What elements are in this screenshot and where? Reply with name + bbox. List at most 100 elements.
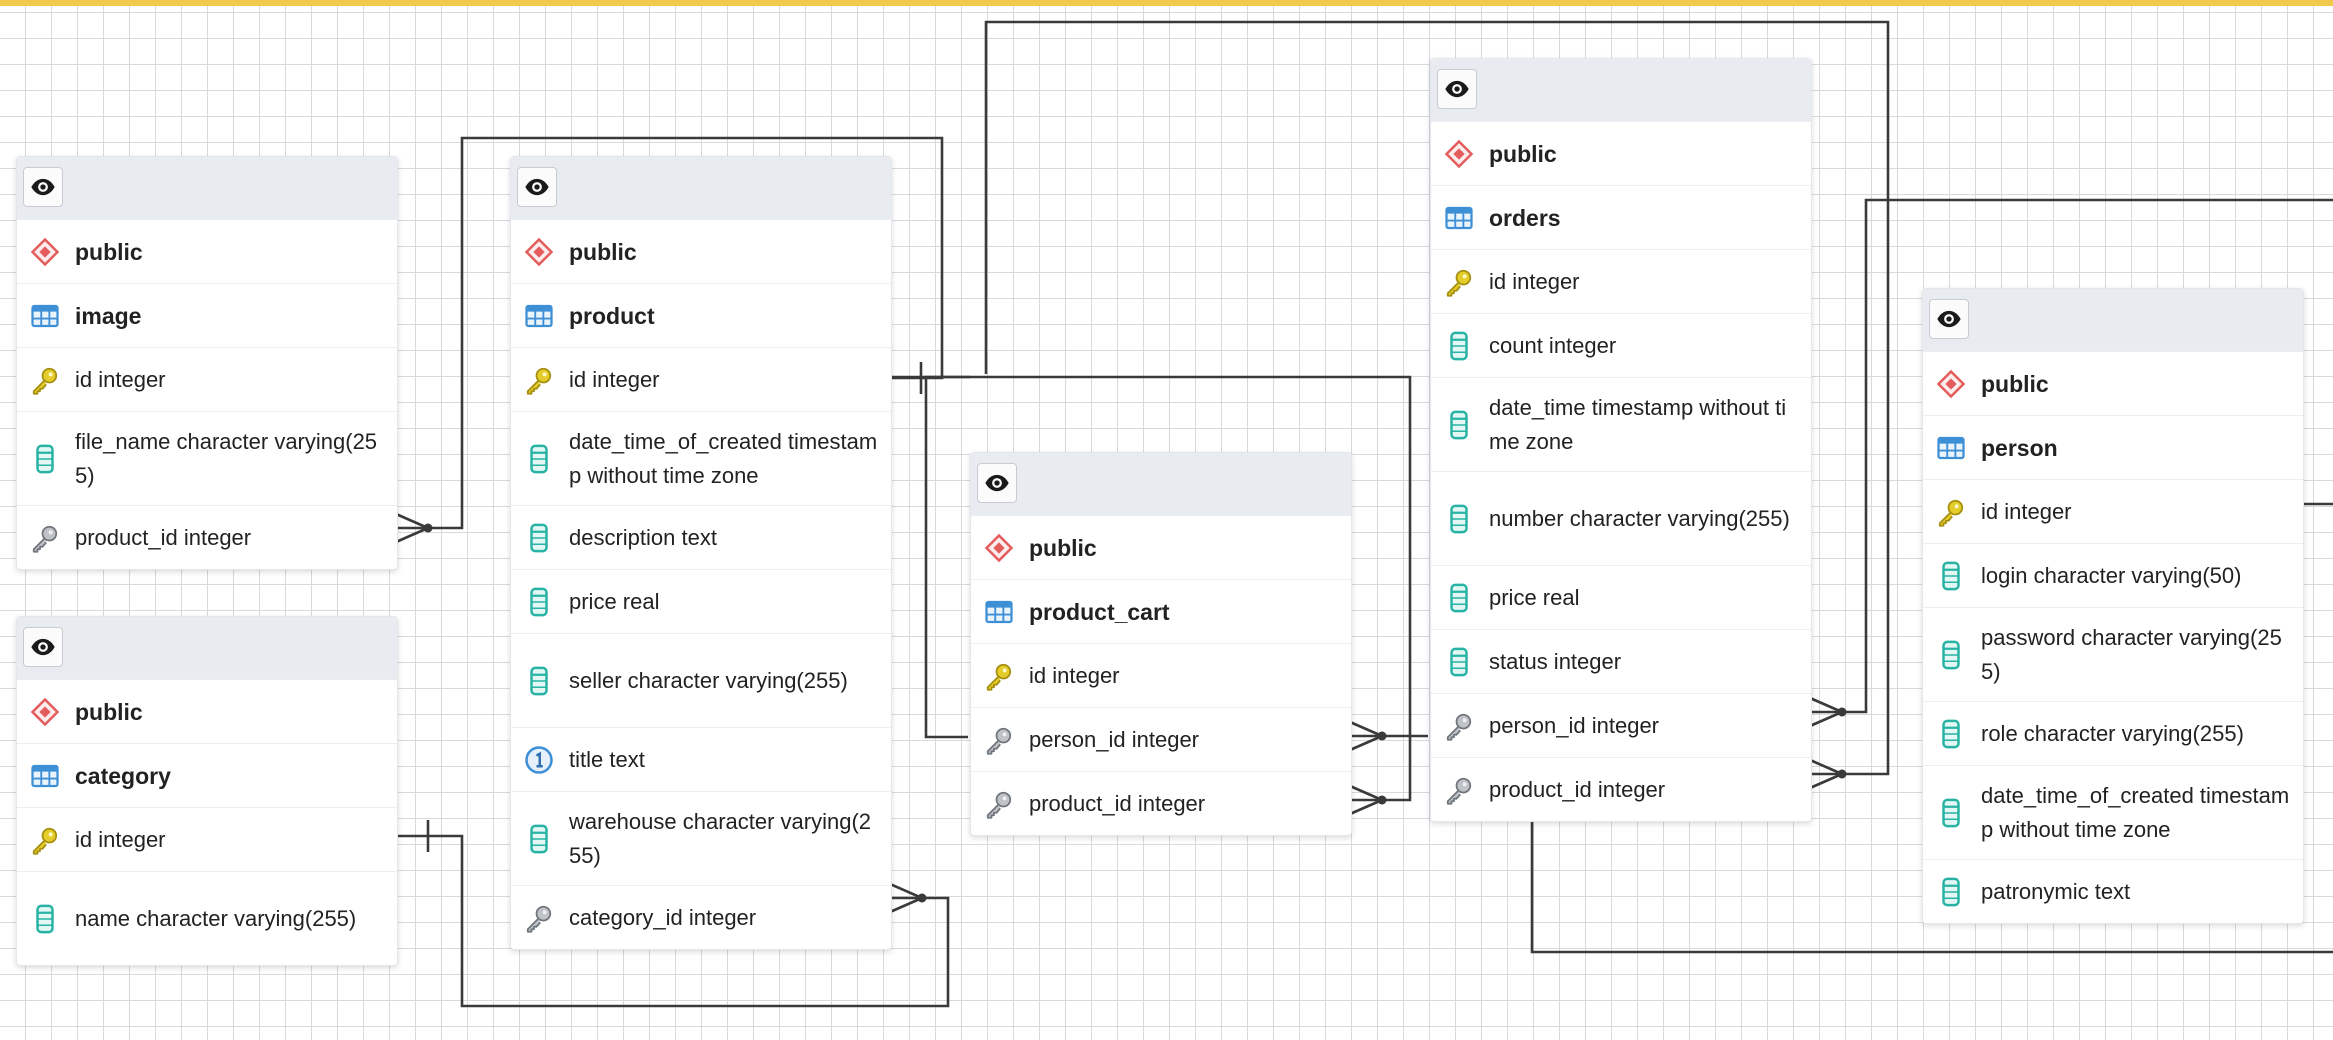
table-header: [1431, 59, 1811, 121]
column-icon: [29, 903, 61, 935]
column-row[interactable]: id integer: [1431, 249, 1811, 313]
column-row[interactable]: person_id integer: [1431, 693, 1811, 757]
column-row[interactable]: login character varying(50): [1923, 543, 2303, 607]
column-label: date_time_of_created timestamp without t…: [569, 428, 878, 488]
column-row[interactable]: id integer: [1923, 479, 2303, 543]
column-label: person_id integer: [1489, 712, 1660, 738]
column-row[interactable]: patronymic text: [1923, 859, 2303, 923]
column-row[interactable]: id integer: [17, 807, 397, 871]
column-row[interactable]: warehouse character varying(255): [511, 791, 891, 885]
column-label: seller character varying(255): [569, 667, 848, 693]
column-icon: [1443, 503, 1475, 535]
column-icon: [1935, 718, 1967, 750]
column-icon: [1935, 639, 1967, 671]
column-row[interactable]: date_time timestamp without time zone: [1431, 377, 1811, 471]
column-row[interactable]: price real: [1431, 565, 1811, 629]
table-product[interactable]: public product id integer date_time_of_c…: [510, 156, 892, 950]
table-icon: [983, 596, 1015, 628]
schema-icon: [523, 236, 555, 268]
schema-name: public: [1489, 140, 1557, 167]
table-icon: [29, 760, 61, 792]
schema-icon: [29, 236, 61, 268]
column-row[interactable]: file_name character varying(255): [17, 411, 397, 505]
column-label: patronymic text: [1981, 878, 2131, 904]
column-icon: [523, 522, 555, 554]
column-label: date_time_of_created timestamp without t…: [1981, 782, 2290, 842]
column-row[interactable]: product_id integer: [971, 771, 1351, 835]
schema-name: public: [569, 238, 637, 265]
table-name-row: product: [511, 283, 891, 347]
unique-icon: [523, 744, 555, 776]
table-person[interactable]: public person id integer login character…: [1922, 288, 2304, 924]
table-category[interactable]: public category id integer name characte…: [16, 616, 398, 966]
schema-icon: [1443, 138, 1475, 170]
key-icon: [29, 364, 61, 396]
column-row[interactable]: product_id integer: [17, 505, 397, 569]
key-icon: [523, 364, 555, 396]
column-row[interactable]: date_time_of_created timestamp without t…: [1923, 765, 2303, 859]
table-icon: [523, 300, 555, 332]
column-icon: [1443, 646, 1475, 678]
column-label: date_time timestamp without time zone: [1489, 394, 1787, 454]
column-label: role character varying(255): [1981, 720, 2244, 746]
column-row[interactable]: category_id integer: [511, 885, 891, 949]
column-label: id integer: [569, 366, 660, 392]
column-icon: [523, 823, 555, 855]
table-icon: [1935, 432, 1967, 464]
table-name-row: product_cart: [971, 579, 1351, 643]
column-row[interactable]: seller character varying(255): [511, 633, 891, 727]
column-row[interactable]: name character varying(255): [17, 871, 397, 965]
column-label: login character varying(50): [1981, 562, 2242, 588]
column-label: status integer: [1489, 648, 1622, 674]
column-label: title text: [569, 746, 645, 772]
column-row[interactable]: id integer: [17, 347, 397, 411]
column-icon: [1935, 797, 1967, 829]
eye-icon[interactable]: [1929, 299, 1969, 339]
key-icon: [1935, 496, 1967, 528]
column-label: name character varying(255): [75, 905, 357, 931]
column-icon: [523, 443, 555, 475]
column-label: product_id integer: [75, 524, 252, 550]
table-name: person: [1981, 434, 2058, 461]
table-name-row: person: [1923, 415, 2303, 479]
column-label: file_name character varying(255): [75, 428, 378, 488]
column-label: number character varying(255): [1489, 505, 1790, 531]
table-icon: [1443, 202, 1475, 234]
eye-icon[interactable]: [977, 463, 1017, 503]
column-row[interactable]: number character varying(255): [1431, 471, 1811, 565]
table-name: category: [75, 762, 171, 789]
column-row[interactable]: role character varying(255): [1923, 701, 2303, 765]
schema-icon: [983, 532, 1015, 564]
top-accent-bar: [0, 0, 2333, 6]
column-row[interactable]: description text: [511, 505, 891, 569]
table-name-row: category: [17, 743, 397, 807]
schema-row: public: [17, 219, 397, 283]
table-product-cart[interactable]: public product_cart id integer person_id…: [970, 452, 1352, 836]
column-row[interactable]: product_id integer: [1431, 757, 1811, 821]
column-row[interactable]: id integer: [971, 643, 1351, 707]
column-row[interactable]: price real: [511, 569, 891, 633]
eye-icon[interactable]: [23, 627, 63, 667]
table-name: orders: [1489, 204, 1561, 231]
column-row[interactable]: id integer: [511, 347, 891, 411]
column-label: price real: [569, 588, 660, 614]
schema-row: public: [1923, 351, 2303, 415]
column-row[interactable]: count integer: [1431, 313, 1811, 377]
eye-icon[interactable]: [517, 167, 557, 207]
eye-icon[interactable]: [23, 167, 63, 207]
table-header: [17, 617, 397, 679]
schema-row: public: [17, 679, 397, 743]
column-row[interactable]: date_time_of_created timestamp without t…: [511, 411, 891, 505]
column-row[interactable]: status integer: [1431, 629, 1811, 693]
column-icon: [1935, 876, 1967, 908]
column-label: count integer: [1489, 332, 1617, 358]
column-label: description text: [569, 524, 717, 550]
column-row[interactable]: password character varying(255): [1923, 607, 2303, 701]
column-row[interactable]: person_id integer: [971, 707, 1351, 771]
table-image[interactable]: public image id integer file_name charac…: [16, 156, 398, 570]
column-icon: [523, 665, 555, 697]
table-orders[interactable]: public orders id integer count integer d…: [1430, 58, 1812, 822]
eye-icon[interactable]: [1437, 69, 1477, 109]
column-icon: [1443, 330, 1475, 362]
column-row[interactable]: title text: [511, 727, 891, 791]
